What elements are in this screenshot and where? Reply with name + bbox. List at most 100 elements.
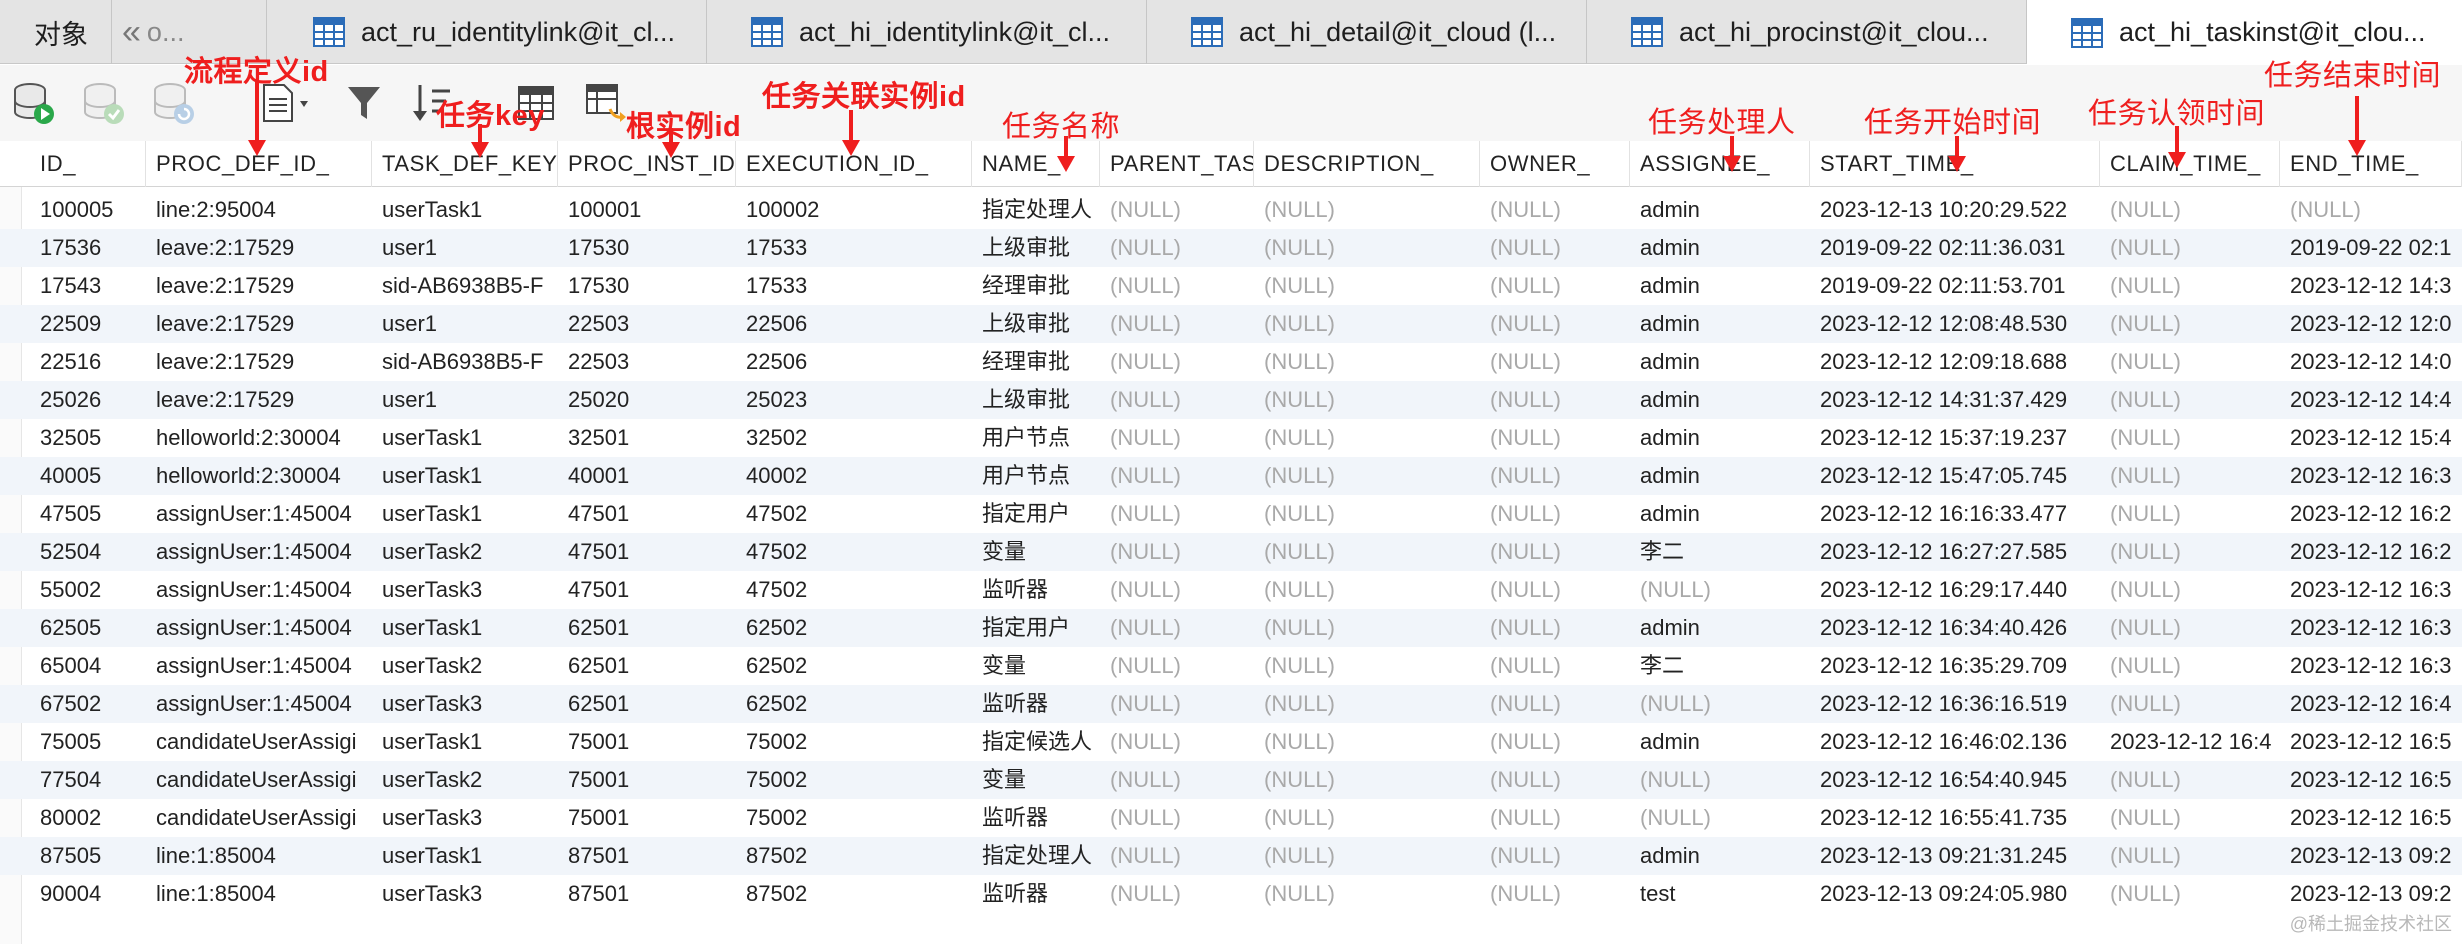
table-row[interactable]: 90004 line:1:85004 userTask3 87501 87502 监听器(…	[0, 875, 2462, 913]
cell-execution-id[interactable]: 17533	[736, 267, 972, 305]
cell-name[interactable]: 用户节点	[972, 457, 1100, 495]
column-header-task-def-key[interactable]: TASK_DEF_KEY	[372, 141, 558, 187]
cell-name[interactable]: 监听器	[972, 571, 1100, 609]
cell-proc-inst-id[interactable]: 75001	[558, 761, 736, 799]
cell-proc-def-id[interactable]: assignUser:1:45004	[146, 609, 372, 647]
cell-id[interactable]: 52504	[30, 533, 146, 571]
cell-task-def-key[interactable]: userTask1	[372, 723, 558, 761]
cell-end-time[interactable]: 2019-09-22 02:1	[2280, 229, 2462, 267]
cell-assignee[interactable]: (NULL)	[1630, 799, 1810, 837]
cell-end-time[interactable]: 2023-12-12 15:4	[2280, 419, 2462, 457]
cell-owner[interactable]: (NULL)	[1480, 305, 1630, 343]
cell-start-time[interactable]: 2023-12-12 12:09:18.688	[1810, 343, 2100, 381]
cell-owner[interactable]: (NULL)	[1480, 229, 1630, 267]
cell-parent-task-id[interactable]: (NULL)	[1100, 571, 1254, 609]
cell-proc-def-id[interactable]: assignUser:1:45004	[146, 495, 372, 533]
cell-end-time[interactable]: 2023-12-12 16:3	[2280, 457, 2462, 495]
cell-name[interactable]: 指定用户	[972, 609, 1100, 647]
cell-owner[interactable]: (NULL)	[1480, 685, 1630, 723]
cell-end-time[interactable]: 2023-12-12 16:4	[2280, 685, 2462, 723]
cell-owner[interactable]: (NULL)	[1480, 837, 1630, 875]
cell-parent-task-id[interactable]: (NULL)	[1100, 267, 1254, 305]
column-header-assignee[interactable]: ASSIGNEE_	[1630, 141, 1810, 187]
cell-description[interactable]: (NULL)	[1254, 609, 1480, 647]
cell-name[interactable]: 变量	[972, 761, 1100, 799]
cell-claim-time[interactable]: (NULL)	[2100, 343, 2280, 381]
cell-owner[interactable]: (NULL)	[1480, 457, 1630, 495]
cell-name[interactable]: 上级审批	[972, 229, 1100, 267]
cell-end-time[interactable]: 2023-12-12 12:0	[2280, 305, 2462, 343]
cell-name[interactable]: 变量	[972, 533, 1100, 571]
cell-assignee[interactable]: admin	[1630, 419, 1810, 457]
cell-assignee[interactable]: (NULL)	[1630, 571, 1810, 609]
cell-description[interactable]: (NULL)	[1254, 305, 1480, 343]
cell-task-def-key[interactable]: user1	[372, 381, 558, 419]
cell-claim-time[interactable]: (NULL)	[2100, 419, 2280, 457]
cell-claim-time[interactable]: 2023-12-12 16:4	[2100, 723, 2280, 761]
cell-owner[interactable]: (NULL)	[1480, 419, 1630, 457]
cell-name[interactable]: 上级审批	[972, 305, 1100, 343]
cell-proc-inst-id[interactable]: 17530	[558, 229, 736, 267]
cell-id[interactable]: 25026	[30, 381, 146, 419]
cell-claim-time[interactable]: (NULL)	[2100, 267, 2280, 305]
cell-proc-inst-id[interactable]: 87501	[558, 837, 736, 875]
column-header-id[interactable]: ID_	[30, 141, 146, 187]
tab-act-ru-identitylink[interactable]: act_ru_identitylink@it_cl...	[267, 0, 707, 64]
cell-proc-def-id[interactable]: assignUser:1:45004	[146, 533, 372, 571]
cell-description[interactable]: (NULL)	[1254, 229, 1480, 267]
cell-description[interactable]: (NULL)	[1254, 571, 1480, 609]
cell-claim-time[interactable]: (NULL)	[2100, 495, 2280, 533]
table-row[interactable]: 17543 leave:2:17529 sid-AB6938B5-F 17530 175…	[0, 267, 2462, 305]
cell-start-time[interactable]: 2023-12-12 14:31:37.429	[1810, 381, 2100, 419]
cell-claim-time[interactable]: (NULL)	[2100, 799, 2280, 837]
cell-start-time[interactable]: 2023-12-13 10:20:29.522	[1810, 191, 2100, 229]
cell-id[interactable]: 22516	[30, 343, 146, 381]
cell-task-def-key[interactable]: userTask1	[372, 609, 558, 647]
cell-name[interactable]: 指定处理人	[972, 837, 1100, 875]
cell-owner[interactable]: (NULL)	[1480, 533, 1630, 571]
cell-start-time[interactable]: 2023-12-12 16:27:27.585	[1810, 533, 2100, 571]
cell-execution-id[interactable]: 40002	[736, 457, 972, 495]
cell-task-def-key[interactable]: userTask1	[372, 837, 558, 875]
cell-id[interactable]: 55002	[30, 571, 146, 609]
cell-id[interactable]: 32505	[30, 419, 146, 457]
cell-execution-id[interactable]: 62502	[736, 685, 972, 723]
cell-proc-inst-id[interactable]: 62501	[558, 609, 736, 647]
cell-description[interactable]: (NULL)	[1254, 191, 1480, 229]
cell-name[interactable]: 上级审批	[972, 381, 1100, 419]
cell-description[interactable]: (NULL)	[1254, 837, 1480, 875]
table-row[interactable]: 22509 leave:2:17529 user1 22503 22506 上级审批 (NU…	[0, 305, 2462, 343]
export-icon[interactable]	[584, 81, 628, 125]
cell-execution-id[interactable]: 22506	[736, 343, 972, 381]
cell-name[interactable]: 指定处理人	[972, 191, 1100, 229]
cell-claim-time[interactable]: (NULL)	[2100, 685, 2280, 723]
cell-assignee[interactable]: admin	[1630, 495, 1810, 533]
cell-start-time[interactable]: 2023-12-12 12:08:48.530	[1810, 305, 2100, 343]
cell-parent-task-id[interactable]: (NULL)	[1100, 229, 1254, 267]
table-row[interactable]: 17536 leave:2:17529 user1 17530 17533 上级审批 (NU…	[0, 229, 2462, 267]
cell-description[interactable]: (NULL)	[1254, 685, 1480, 723]
cell-task-def-key[interactable]: userTask3	[372, 799, 558, 837]
cell-end-time[interactable]: 2023-12-12 16:3	[2280, 647, 2462, 685]
cell-name[interactable]: 经理审批	[972, 343, 1100, 381]
cell-start-time[interactable]: 2023-12-12 16:16:33.477	[1810, 495, 2100, 533]
cell-claim-time[interactable]: (NULL)	[2100, 875, 2280, 913]
table-row[interactable]: 47505 assignUser:1:45004 userTask1 47501 475…	[0, 495, 2462, 533]
cell-end-time[interactable]: 2023-12-12 14:4	[2280, 381, 2462, 419]
cell-proc-def-id[interactable]: assignUser:1:45004	[146, 685, 372, 723]
cell-claim-time[interactable]: (NULL)	[2100, 191, 2280, 229]
cell-start-time[interactable]: 2019-09-22 02:11:36.031	[1810, 229, 2100, 267]
cell-assignee[interactable]: 李二	[1630, 647, 1810, 685]
cell-description[interactable]: (NULL)	[1254, 799, 1480, 837]
tab-objects[interactable]: 对象	[0, 0, 112, 64]
cell-end-time[interactable]: 2023-12-12 14:3	[2280, 267, 2462, 305]
cell-parent-task-id[interactable]: (NULL)	[1100, 761, 1254, 799]
cell-parent-task-id[interactable]: (NULL)	[1100, 305, 1254, 343]
cell-proc-inst-id[interactable]: 40001	[558, 457, 736, 495]
cell-proc-inst-id[interactable]: 25020	[558, 381, 736, 419]
cell-proc-def-id[interactable]: helloworld:2:30004	[146, 419, 372, 457]
cell-proc-def-id[interactable]: leave:2:17529	[146, 343, 372, 381]
table-row[interactable]: 55002 assignUser:1:45004 userTask3 47501 475…	[0, 571, 2462, 609]
cell-start-time[interactable]: 2023-12-12 16:29:17.440	[1810, 571, 2100, 609]
cell-assignee[interactable]: admin	[1630, 381, 1810, 419]
